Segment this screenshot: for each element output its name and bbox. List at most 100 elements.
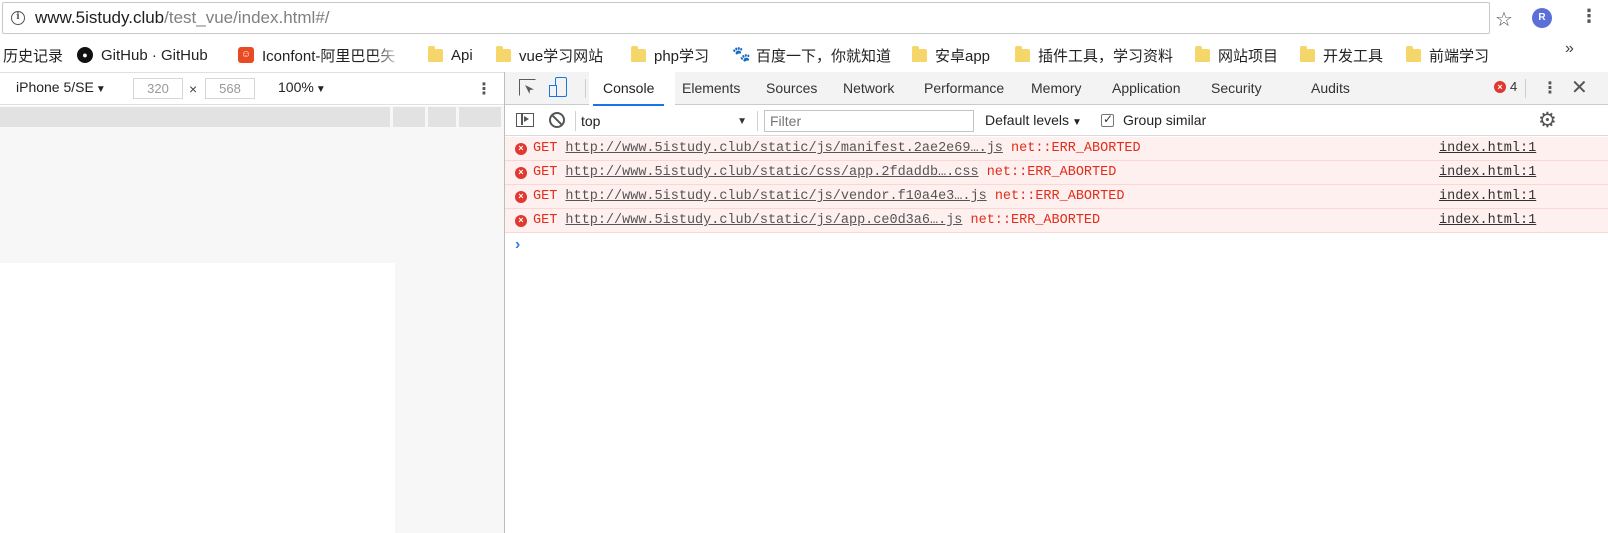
tab-audits[interactable]: Audits xyxy=(1311,72,1350,105)
bookmark-folder-devtools[interactable]: 开发工具 xyxy=(1300,44,1383,66)
error-count-badge[interactable]: × 4 xyxy=(1494,79,1517,94)
bookmark-label: vue学习网站 xyxy=(519,47,604,65)
bookmark-history[interactable]: 历史记录 xyxy=(3,44,63,66)
bookmark-folder-vue[interactable]: vue学习网站 xyxy=(496,44,603,66)
bookmarks-bar: 历史记录 ● GitHub · GitHub ☺ Iconfont-阿里巴巴矢 … xyxy=(0,40,1608,70)
device-toolbar-toggle-icon[interactable] xyxy=(549,77,569,99)
source-location-link[interactable]: index.html:1 xyxy=(1439,137,1536,160)
source-location-link[interactable]: index.html:1 xyxy=(1439,209,1536,232)
tab-performance[interactable]: Performance xyxy=(924,72,1004,105)
devtools-more-icon[interactable]: ⋮ xyxy=(1542,78,1558,98)
bookmark-label: Api xyxy=(451,46,473,64)
console-filter-input[interactable] xyxy=(764,110,974,132)
bookmark-label: 安卓app xyxy=(935,47,991,65)
iconfont-icon: ☺ xyxy=(238,47,254,63)
bookmark-label: 历史记录 xyxy=(3,47,64,65)
tab-elements[interactable]: Elements xyxy=(682,72,740,105)
zoom-select[interactable]: 100% ▼ xyxy=(278,79,326,95)
request-url-link[interactable]: http://www.5istudy.club/static/js/vendor… xyxy=(565,189,986,204)
bookmark-iconfont[interactable]: ☺ Iconfont-阿里巴巴矢 xyxy=(238,44,402,66)
console-error-row: × GET http://www.5istudy.club/static/js/… xyxy=(505,137,1608,161)
viewport-width-input[interactable]: 320 xyxy=(133,78,183,99)
bookmark-folder-api[interactable]: Api xyxy=(428,44,473,66)
devtools-tabbar: Console Elements Sources Network Perform… xyxy=(505,72,1608,106)
console-prompt[interactable]: › xyxy=(505,233,1608,257)
bookmark-folder-frontend[interactable]: 前端学习 xyxy=(1406,44,1489,66)
folder-icon xyxy=(428,45,443,62)
error-icon: × xyxy=(515,143,527,155)
bookmark-label: 百度一下，你就知道 xyxy=(756,47,892,65)
request-url-link[interactable]: http://www.5istudy.club/static/css/app.2… xyxy=(565,165,978,180)
bookmark-star-icon[interactable]: ☆ xyxy=(1495,8,1513,32)
device-select[interactable]: iPhone 5/SE ▼ xyxy=(16,79,106,95)
tab-security[interactable]: Security xyxy=(1211,72,1262,105)
toolbar-divider xyxy=(757,111,758,131)
bookmark-folder-plugins[interactable]: 插件工具，学习资料 xyxy=(1015,44,1173,66)
bookmarks-overflow-icon[interactable]: » xyxy=(1565,40,1574,58)
error-text: net::ERR_ABORTED xyxy=(994,189,1125,204)
github-icon: ● xyxy=(77,47,93,63)
browser-menu-icon[interactable]: ⋮ xyxy=(1580,6,1598,26)
folder-icon xyxy=(912,45,927,62)
bookmark-label: Iconfont-阿里巴巴矢 xyxy=(262,47,396,65)
viewport-height-input[interactable]: 568 xyxy=(205,78,255,99)
bookmark-baidu[interactable]: 🐾 百度一下，你就知道 xyxy=(732,44,891,66)
error-icon: × xyxy=(1494,80,1506,93)
bookmark-folder-android[interactable]: 安卓app xyxy=(912,44,990,66)
group-similar-checkbox[interactable] xyxy=(1101,112,1114,127)
context-select[interactable]: top ▼ xyxy=(581,111,749,132)
console-settings-gear-icon[interactable]: ⚙ xyxy=(1538,108,1557,133)
log-levels-select[interactable]: Default levels ▼ xyxy=(985,112,1082,128)
media-query-segment[interactable] xyxy=(0,107,390,127)
media-query-segment[interactable] xyxy=(393,107,425,127)
console-toolbar: top▼ Default levels▼ Group similar ⚙ xyxy=(505,106,1608,136)
bookmark-folder-php[interactable]: php学习 xyxy=(631,44,709,66)
bookmark-label: GitHub · GitHub xyxy=(101,46,208,64)
bookmark-label: 插件工具，学习资料 xyxy=(1038,47,1174,65)
console-messages: × GET http://www.5istudy.club/static/js/… xyxy=(505,137,1608,257)
error-icon: × xyxy=(515,191,527,203)
bookmark-github[interactable]: ● GitHub · GitHub xyxy=(77,44,208,66)
media-query-bar xyxy=(0,107,504,127)
tab-sources[interactable]: Sources xyxy=(766,72,817,105)
caret-down-icon: ▼ xyxy=(737,116,747,127)
media-query-segment[interactable] xyxy=(428,107,456,127)
source-location-link[interactable]: index.html:1 xyxy=(1439,185,1536,208)
console-error-row: × GET http://www.5istudy.club/static/js/… xyxy=(505,209,1608,233)
profile-avatar-icon[interactable]: R xyxy=(1532,8,1552,28)
omnibox[interactable]: i www.5istudy.club/test_vue/index.html#/… xyxy=(2,2,1513,34)
info-icon[interactable]: i xyxy=(11,11,25,25)
request-url-link[interactable]: http://www.5istudy.club/static/js/app.ce… xyxy=(565,213,962,228)
log-levels-label: Default levels xyxy=(985,112,1070,128)
tab-memory[interactable]: Memory xyxy=(1031,72,1082,105)
bookmark-label: 开发工具 xyxy=(1323,47,1384,65)
toolbar-divider xyxy=(575,111,576,131)
tab-console[interactable]: Console xyxy=(592,72,665,106)
url-path: /test_vue/index.html#/ xyxy=(164,8,330,27)
error-icon: × xyxy=(515,167,527,179)
console-sidebar-toggle-icon[interactable] xyxy=(516,113,534,127)
devtools-close-icon[interactable]: ✕ xyxy=(1571,75,1588,100)
url-text[interactable]: www.5istudy.club/test_vue/index.html#/ xyxy=(35,8,330,28)
source-location-link[interactable]: index.html:1 xyxy=(1439,161,1536,184)
folder-icon xyxy=(1300,45,1315,62)
folder-icon xyxy=(496,45,511,62)
media-query-segment[interactable] xyxy=(459,107,501,127)
toolbar-divider xyxy=(585,79,586,98)
error-text: net::ERR_ABORTED xyxy=(986,165,1117,180)
tab-network[interactable]: Network xyxy=(843,72,894,105)
bookmark-folder-projects[interactable]: 网站项目 xyxy=(1195,44,1278,66)
group-similar-toggle[interactable]: Group similar xyxy=(1101,112,1206,128)
error-icon: × xyxy=(515,215,527,227)
tab-application[interactable]: Application xyxy=(1112,72,1181,105)
clear-console-icon[interactable] xyxy=(549,112,565,128)
folder-icon xyxy=(1015,45,1030,62)
inspect-element-icon[interactable] xyxy=(519,79,536,96)
device-options-more-icon[interactable]: ⋮ xyxy=(476,79,492,99)
folder-icon xyxy=(631,45,646,62)
request-url-link[interactable]: http://www.5istudy.club/static/js/manife… xyxy=(565,141,1002,156)
context-select-label: top xyxy=(581,113,601,129)
device-screen[interactable] xyxy=(0,263,395,533)
caret-down-icon: ▼ xyxy=(1072,117,1082,128)
request-method: GET xyxy=(533,141,558,156)
